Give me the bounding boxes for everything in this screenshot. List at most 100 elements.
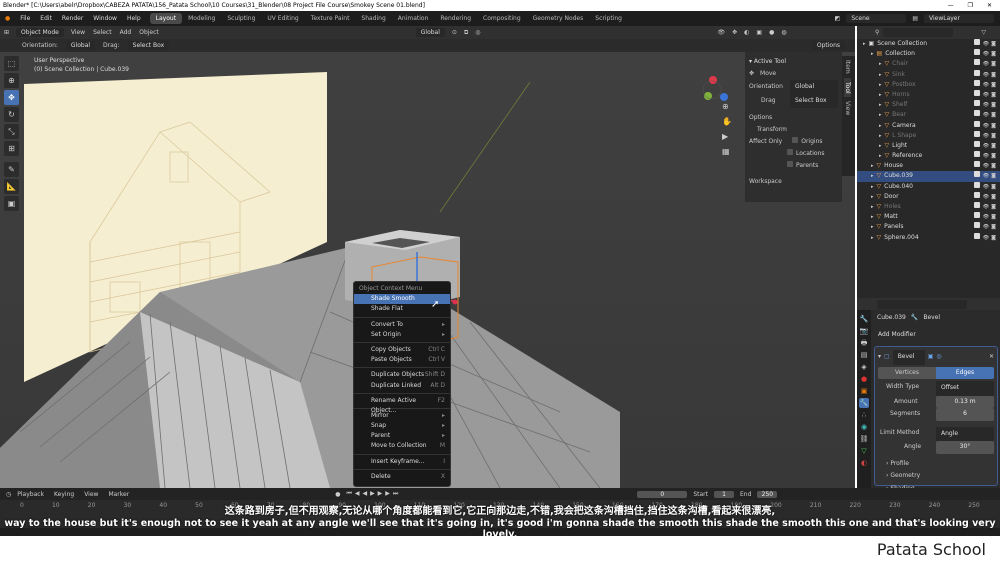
material-tab-icon[interactable]: ◐: [859, 458, 869, 468]
eye-icon[interactable]: 👁: [983, 39, 989, 49]
np-drag-dropdown[interactable]: Select Box: [790, 94, 838, 108]
tab-scripting[interactable]: Scripting: [589, 13, 628, 24]
mode-selector[interactable]: Object Mode: [16, 28, 64, 37]
gizmo-icon[interactable]: ✥: [732, 29, 737, 36]
camera-icon[interactable]: ◙: [991, 59, 996, 69]
context-item-insert-keyframe[interactable]: Insert Keyframe... I: [354, 457, 450, 467]
realtime-icon[interactable]: ▣: [928, 351, 934, 364]
context-item-delete[interactable]: Delete X: [354, 472, 450, 482]
view-layer-tab-icon[interactable]: ▤: [859, 350, 869, 360]
menu-edit[interactable]: Edit: [35, 15, 57, 22]
eye-icon[interactable]: 👁: [983, 222, 989, 232]
context-item-parent[interactable]: Parent ▸: [354, 431, 450, 441]
context-item-convert-to[interactable]: Convert To ▸: [354, 320, 450, 330]
profile-subpanel[interactable]: › Profile: [878, 458, 994, 471]
camera-icon[interactable]: ◙: [991, 49, 996, 59]
editor-type-icon[interactable]: ⊞: [4, 29, 9, 36]
tab-item[interactable]: Item: [844, 56, 851, 78]
camera-icon[interactable]: ◙: [991, 110, 996, 120]
visibility-checkbox[interactable]: [973, 232, 980, 239]
tab-view[interactable]: View: [844, 97, 851, 119]
outliner-row[interactable]: ▸ ▽ Cube.039 👁 ◙: [857, 171, 1000, 182]
geometry-subpanel[interactable]: › Geometry: [878, 470, 994, 483]
visibility-checkbox[interactable]: [973, 100, 980, 107]
pan-hand-icon[interactable]: ✋: [722, 117, 732, 126]
camera-icon[interactable]: ◙: [991, 131, 996, 141]
record-button[interactable]: ●: [335, 491, 340, 498]
limit-method-dropdown[interactable]: Angle: [936, 426, 994, 441]
tab-texture-paint[interactable]: Texture Paint: [305, 13, 356, 24]
visibility-checkbox[interactable]: [973, 110, 980, 117]
menu-window[interactable]: Window: [88, 15, 122, 22]
camera-icon[interactable]: ◙: [991, 233, 996, 243]
visibility-checkbox[interactable]: [973, 140, 980, 147]
timeline-menu-marker[interactable]: Marker: [108, 491, 129, 498]
active-tool-heading[interactable]: ▾ Active Tool: [749, 56, 838, 68]
eye-icon[interactable]: 👁: [983, 110, 989, 120]
eye-icon[interactable]: 👁: [983, 171, 989, 181]
eye-icon[interactable]: 👁: [983, 151, 989, 161]
visibility-icon[interactable]: 👁: [717, 29, 725, 36]
playback-controls[interactable]: ⏮◀◀▶▶▶⏭: [346, 490, 401, 498]
outliner-row[interactable]: ▸ ▽ Sphere.004 👁 ◙: [857, 232, 1000, 243]
eye-icon[interactable]: 👁: [983, 70, 989, 80]
camera-icon[interactable]: ◙: [991, 171, 996, 181]
menu-file[interactable]: File: [15, 15, 35, 22]
expand-icon[interactable]: ▸: [879, 121, 882, 131]
collapse-icon[interactable]: ▾: [878, 351, 881, 364]
transform-orientation[interactable]: Global: [415, 28, 445, 37]
width-type-dropdown[interactable]: Offset: [936, 381, 994, 396]
eye-icon[interactable]: 👁: [983, 192, 989, 202]
start-frame[interactable]: 1: [713, 490, 734, 498]
camera-icon[interactable]: ◙: [991, 151, 996, 161]
pivot-icon[interactable]: ⊙: [452, 29, 457, 36]
outliner-row[interactable]: ▸ ▽ Chair 👁 ◙: [857, 59, 1000, 69]
expand-icon[interactable]: ▸: [871, 192, 874, 202]
visibility-checkbox[interactable]: [973, 151, 980, 158]
nav-gizmo-x[interactable]: [709, 76, 717, 84]
world-tab-icon[interactable]: ●: [859, 374, 869, 384]
workspace-heading[interactable]: Workspace: [749, 176, 838, 188]
eye-icon[interactable]: 👁: [983, 131, 989, 141]
tab-rendering[interactable]: Rendering: [434, 13, 477, 24]
options-heading[interactable]: Options: [749, 112, 838, 124]
camera-icon[interactable]: ◙: [991, 182, 996, 192]
eye-icon[interactable]: 👁: [983, 59, 989, 69]
tool-tab-icon[interactable]: 🔧: [859, 314, 869, 324]
measure-tool-icon[interactable]: 📐: [4, 179, 19, 194]
funnel-icon[interactable]: ▽: [981, 29, 1000, 36]
header-menu-select[interactable]: Select: [93, 29, 112, 36]
header-menu-view[interactable]: View: [71, 29, 85, 36]
expand-icon[interactable]: ▸: [879, 59, 882, 69]
timeline-menu-keying[interactable]: Keying: [54, 491, 74, 498]
camera-icon[interactable]: ◙: [991, 121, 996, 131]
camera-icon[interactable]: ◙: [991, 192, 996, 202]
physics-tab-icon[interactable]: ◉: [859, 422, 869, 432]
expand-icon[interactable]: ▸: [879, 141, 882, 151]
properties-search[interactable]: [877, 299, 967, 309]
outliner-row[interactable]: ▸ ▽ Sink 👁 ◙: [857, 69, 1000, 80]
visibility-checkbox[interactable]: [973, 69, 980, 76]
scene-tab-icon[interactable]: ◈: [859, 362, 869, 372]
locations-checkbox[interactable]: Locations: [796, 150, 825, 157]
visibility-checkbox[interactable]: [973, 171, 980, 178]
view-layer-selector[interactable]: ViewLayer: [924, 14, 994, 23]
shading-material-icon[interactable]: ◍: [781, 29, 786, 36]
visibility-checkbox[interactable]: [973, 212, 980, 219]
edges-toggle[interactable]: Edges: [936, 366, 994, 379]
np-orientation-dropdown[interactable]: Global: [790, 80, 838, 94]
visibility-checkbox[interactable]: [973, 161, 980, 168]
eye-icon[interactable]: 👁: [983, 49, 989, 59]
camera-icon[interactable]: ◙: [991, 222, 996, 232]
eye-icon[interactable]: 👁: [983, 90, 989, 100]
visibility-checkbox[interactable]: [973, 202, 980, 208]
blender-logo-icon[interactable]: ●: [0, 15, 15, 22]
minimize-button[interactable]: —: [948, 0, 954, 11]
timeline-editor-icon[interactable]: ◷: [6, 491, 11, 498]
visibility-checkbox[interactable]: [973, 130, 980, 137]
xray-icon[interactable]: ▣: [756, 29, 762, 36]
visibility-checkbox[interactable]: [973, 181, 980, 188]
expand-icon[interactable]: ▸: [879, 131, 882, 141]
eye-icon[interactable]: 👁: [983, 182, 989, 192]
snap-icon[interactable]: ⧉: [464, 29, 468, 37]
